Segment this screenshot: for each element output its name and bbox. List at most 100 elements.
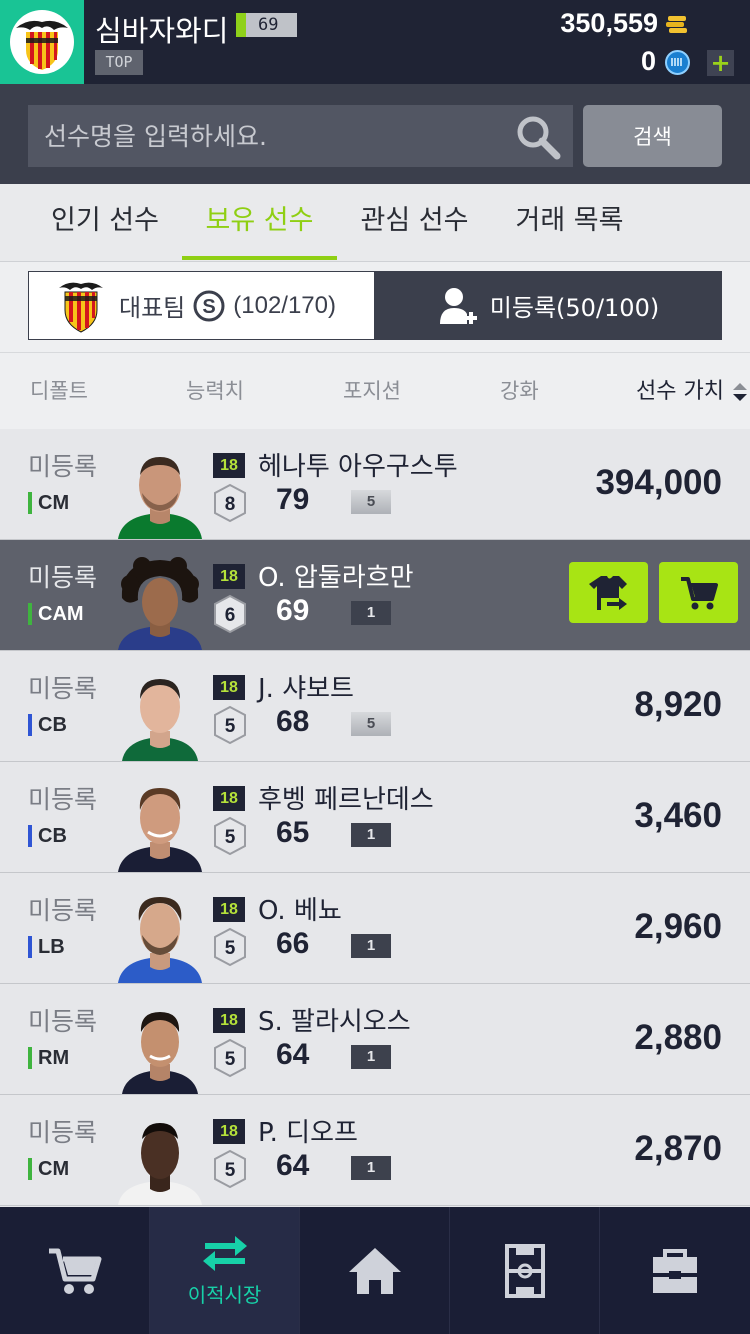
season-badge: 18 [213,1008,245,1033]
position-label: CB [28,713,67,737]
player-ovr: 64 [276,1149,310,1182]
sort-arrow-icon [733,383,747,401]
tab-trade-list[interactable]: 거래 목록 [492,184,647,262]
enhance-level: 1 [351,1045,391,1069]
sell-player-button[interactable] [659,562,738,623]
grade-hexagon-icon: 5 [214,1038,246,1078]
player-ovr: 68 [276,705,310,738]
unregistered-button[interactable]: 미등록(50/100) [375,271,722,340]
player-photo [118,897,202,983]
player-row[interactable]: 미등록 CM 18 헤나투 아우구스투 8 79 5 394,000 [0,429,750,540]
player-value: 394,000 [595,463,722,502]
player-photo [118,788,202,872]
player-name: 헤나투 아우구스투 [258,452,458,482]
main-squad-label: 대표팀 [119,294,186,322]
position-label: CAM [28,602,84,626]
transfer-player-button[interactable] [569,562,648,623]
locker-icon [653,1248,697,1293]
sort-enhance[interactable]: 강화 [500,353,539,430]
player-row[interactable]: 미등록 LB 18 O. 베뇨 5 66 1 2,960 [0,873,750,984]
player-value: 2,870 [634,1129,722,1168]
player-value: 8,920 [634,685,722,724]
enhance-level: 1 [351,601,391,625]
season-badge: 18 [213,897,245,922]
player-tabs: 인기 선수 보유 선수 관심 선수 거래 목록 [0,184,750,262]
registration-status: 미등록 [28,1007,98,1036]
player-ovr: 69 [276,594,310,627]
sort-default[interactable]: 디폴트 [30,353,88,430]
player-row[interactable]: 미등록 RM 18 S. 팔라시오스 5 64 1 2,880 [0,984,750,1095]
player-ovr: 65 [276,816,310,849]
nav-shop[interactable] [0,1207,150,1334]
position-label: LB [28,935,65,959]
enhance-level: 5 [351,490,391,514]
tab-watchlist-players[interactable]: 관심 선수 [337,184,492,262]
nav-locker[interactable] [600,1207,750,1334]
grade-hexagon-icon: 6 [214,594,246,634]
player-name: S. 팔라시오스 [258,1007,411,1037]
enhance-level: 1 [351,823,391,847]
player-row[interactable]: 미등록 CB 18 J. 샤보트 5 68 5 8,920 [0,651,750,762]
grade-hexagon-icon: 8 [214,483,246,523]
svg-text:S: S [203,296,216,318]
search-button[interactable]: 검색 [583,105,722,167]
player-search-input[interactable] [28,105,573,167]
coin-amount: 350,559 [560,8,658,38]
top-header: 심바자와디 69 TOP 350,559 0 + [0,0,750,84]
gem-amount: 0 [640,46,656,76]
sort-ability[interactable]: 능력치 [186,353,244,430]
cart-icon [48,1248,101,1294]
main-squad-button[interactable]: 대표팀 S (102/170) [28,271,375,340]
squad-count: (102/170) [233,291,336,319]
season-badge: 18 [213,675,245,700]
player-ovr: 66 [276,927,310,960]
cart-icon [680,576,718,609]
position-label: CM [28,1157,69,1181]
transfer-arrows-icon [202,1236,247,1271]
player-name: P. 디오프 [258,1118,358,1148]
nav-transfer-market[interactable]: 이적시장 [150,1207,300,1334]
bottom-navigation: 이적시장 [0,1207,750,1334]
player-list: 미등록 CM 18 헤나투 아우구스투 8 79 5 394,000 미등록 C… [0,429,750,1207]
pitch-icon [504,1243,545,1298]
search-bar: 검색 [0,84,750,184]
search-icon[interactable] [515,114,561,160]
sort-bar: 디폴트 능력치 포지션 강화 선수 가치 [0,352,750,429]
position-label: CM [28,491,69,515]
registration-status: 미등록 [28,452,98,481]
player-name: O. 베뇨 [258,896,342,926]
registration-status: 미등록 [28,1118,98,1147]
svg-text:5: 5 [225,1160,236,1181]
s-coin-icon: S [193,290,225,321]
player-photo [118,557,202,650]
tab-popular-players[interactable]: 인기 선수 [28,184,182,262]
player-ovr: 64 [276,1038,310,1071]
coin-stack-icon [666,16,687,33]
bat-crest-icon [10,10,74,74]
rank-badge: TOP [95,50,143,75]
player-photo [118,1123,202,1205]
nav-home[interactable] [300,1207,450,1334]
add-gems-button[interactable]: + [707,50,734,76]
player-row[interactable]: 미등록 CM 18 P. 디오프 5 64 1 2,870 [0,1095,750,1206]
grade-hexagon-icon: 5 [214,705,246,745]
home-icon [348,1247,401,1294]
position-label: CB [28,824,67,848]
tab-owned-players[interactable]: 보유 선수 [182,184,337,262]
svg-text:5: 5 [225,938,236,959]
club-logo[interactable] [0,0,84,84]
enhance-level: 1 [351,1156,391,1180]
grade-hexagon-icon: 5 [214,1149,246,1189]
level-badge: 69 [236,13,297,37]
bat-crest-icon [59,282,103,333]
enhance-level: 5 [351,712,391,736]
sort-player-value[interactable]: 선수 가치 [636,353,724,430]
player-row[interactable]: 미등록 CB 18 후벵 페르난데스 5 65 1 3,460 [0,762,750,873]
player-value: 2,880 [634,1018,722,1057]
player-row[interactable]: 미등록 CAM 18 O. 압둘라흐만 6 69 1 [0,540,750,651]
nav-squad[interactable] [450,1207,600,1334]
sort-position[interactable]: 포지션 [343,353,401,430]
unregistered-label: 미등록(50/100) [489,294,660,322]
svg-text:5: 5 [225,1049,236,1070]
enhance-level: 1 [351,934,391,958]
